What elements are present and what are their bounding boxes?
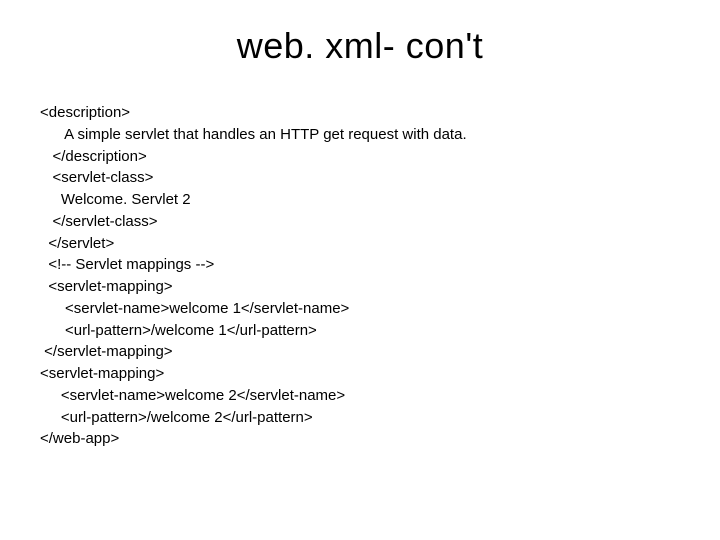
code-line: <url-pattern>/welcome 2</url-pattern>: [40, 407, 680, 429]
code-line: <url-pattern>/welcome 1</url-pattern>: [40, 320, 680, 342]
code-line: </servlet>: [40, 233, 680, 255]
code-line: </servlet-class>: [40, 211, 680, 233]
slide: web. xml- con't <description> A simple s…: [0, 0, 720, 470]
code-line: <!-- Servlet mappings -->: [40, 254, 680, 276]
code-line: <servlet-class>: [40, 167, 680, 189]
slide-title: web. xml- con't: [40, 25, 680, 67]
code-line: <servlet-name>welcome 2</servlet-name>: [40, 385, 680, 407]
code-line: </servlet-mapping>: [40, 341, 680, 363]
code-line: A simple servlet that handles an HTTP ge…: [40, 124, 680, 146]
code-line: <servlet-mapping>: [40, 363, 680, 385]
code-line: </web-app>: [40, 428, 680, 450]
code-line: <servlet-name>welcome 1</servlet-name>: [40, 298, 680, 320]
code-block: <description> A simple servlet that hand…: [40, 102, 680, 450]
code-line: <servlet-mapping>: [40, 276, 680, 298]
code-line: Welcome. Servlet 2: [40, 189, 680, 211]
code-line: </description>: [40, 146, 680, 168]
code-line: <description>: [40, 102, 680, 124]
